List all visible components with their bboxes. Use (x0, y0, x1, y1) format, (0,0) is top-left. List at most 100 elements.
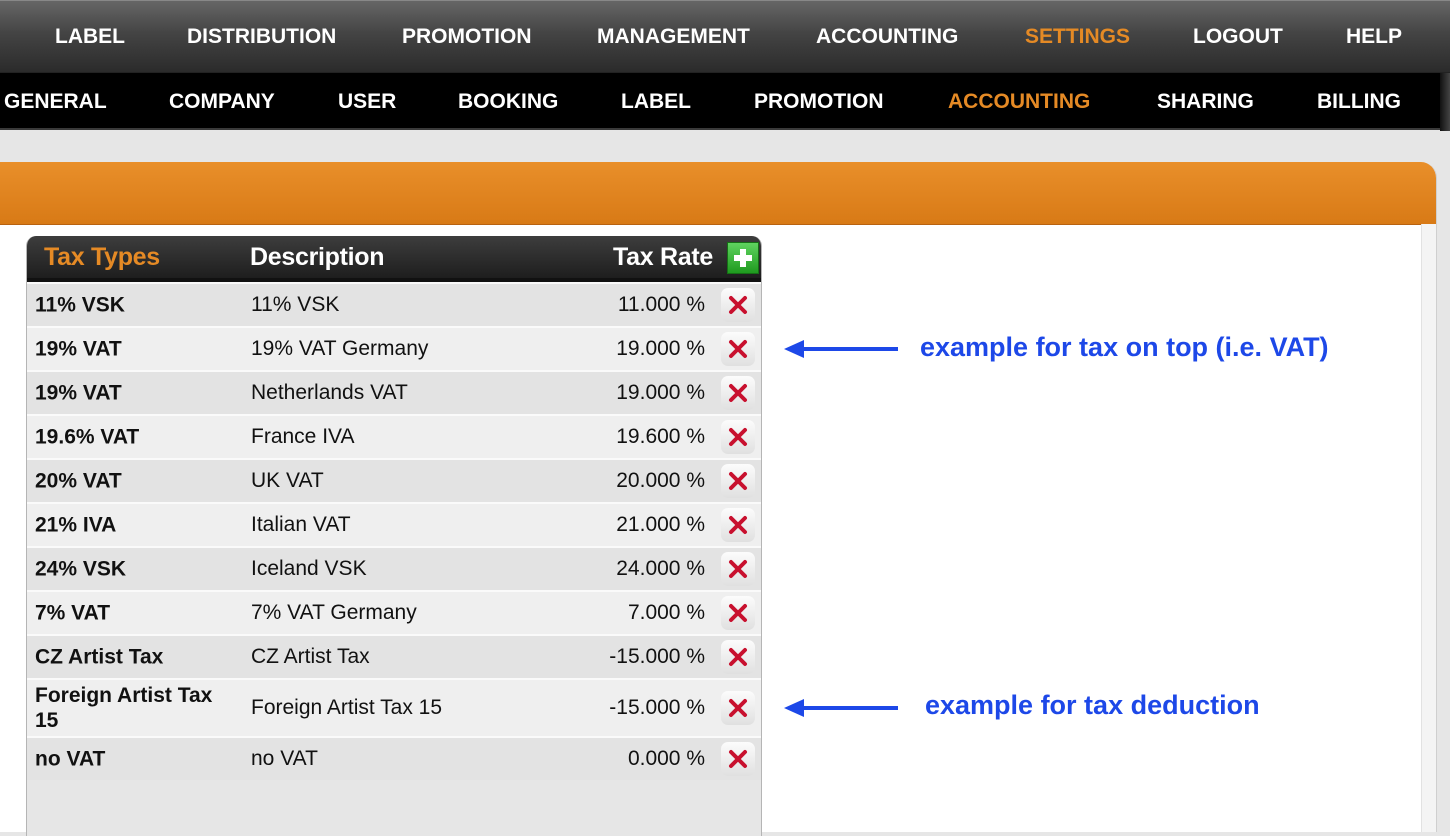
main-nav: LABEL DISTRIBUTION PROMOTION MANAGEMENT … (0, 0, 1450, 72)
x-icon (729, 384, 747, 402)
delete-tax-type-button[interactable] (721, 640, 755, 674)
tax-rate-cell: 24.000 % (616, 557, 705, 580)
subnav-accounting[interactable]: ACCOUNTING (948, 73, 1090, 131)
column-header-tax-types[interactable]: Tax Types (44, 236, 160, 278)
table-row[interactable]: 19% VAT 19% VAT Germany 19.000 % (27, 326, 761, 370)
main-nav-label[interactable]: LABEL (55, 1, 125, 73)
description-cell: CZ Artist Tax (251, 645, 370, 668)
tax-type-cell: 21% IVA (35, 513, 117, 537)
x-icon (729, 560, 747, 578)
subnav-booking[interactable]: BOOKING (458, 73, 558, 131)
tax-type-cell: 19% VAT (35, 337, 122, 361)
tax-type-cell: 24% VSK (35, 557, 127, 581)
table-row[interactable]: 24% VSK Iceland VSK 24.000 % (27, 546, 761, 590)
subnav-scroll-edge (1440, 73, 1450, 131)
description-cell: 11% VSK (251, 293, 340, 316)
table-row[interactable]: 11% VSK 11% VSK 11.000 % (27, 282, 761, 326)
x-icon (729, 296, 747, 314)
x-icon (729, 428, 747, 446)
column-header-tax-rate[interactable]: Tax Rate (613, 236, 713, 278)
description-cell: no VAT (251, 747, 318, 770)
subnav-billing[interactable]: BILLING (1317, 73, 1401, 131)
x-icon (729, 604, 747, 622)
table-body: 11% VSK 11% VSK 11.000 % 19% VAT 19% VAT Ger… (27, 282, 761, 780)
add-tax-type-button[interactable] (727, 242, 759, 274)
annotation-arrow-left-icon (784, 699, 898, 717)
table-row[interactable]: Foreign Artist Tax 15 Foreign Artist Tax … (27, 678, 761, 736)
table-row[interactable]: 7% VAT 7% VAT Germany 7.000 % (27, 590, 761, 634)
tax-rate-cell: -15.000 % (609, 696, 705, 719)
delete-tax-type-button[interactable] (721, 596, 755, 630)
x-icon (729, 340, 747, 358)
delete-tax-type-button[interactable] (721, 420, 755, 454)
column-header-description[interactable]: Description (250, 236, 385, 278)
tax-type-cell: 19.6% VAT (35, 425, 140, 449)
tax-rate-cell: 11.000 % (617, 293, 705, 316)
subnav-label[interactable]: LABEL (621, 73, 691, 131)
main-nav-settings[interactable]: SETTINGS (1025, 1, 1130, 73)
tax-rate-cell: 7.000 % (627, 601, 705, 624)
description-cell: UK VAT (251, 469, 324, 492)
tax-type-cell: 7% VAT (35, 601, 111, 625)
main-nav-logout[interactable]: LOGOUT (1193, 1, 1283, 73)
table-row[interactable]: 20% VAT UK VAT 20.000 % (27, 458, 761, 502)
table-header: Tax Types Description Tax Rate (27, 236, 761, 282)
subnav-promotion[interactable]: PROMOTION (754, 73, 884, 131)
delete-tax-type-button[interactable] (721, 508, 755, 542)
table-row[interactable]: 21% IVA Italian VAT 21.000 % (27, 502, 761, 546)
main-nav-management[interactable]: MANAGEMENT (597, 1, 750, 73)
table-row[interactable]: CZ Artist Tax CZ Artist Tax -15.000 % (27, 634, 761, 678)
subnav-user[interactable]: USER (338, 73, 396, 131)
description-cell: Iceland VSK (251, 557, 367, 580)
delete-tax-type-button[interactable] (721, 376, 755, 410)
table-row[interactable]: 19% VAT Netherlands VAT 19.000 % (27, 370, 761, 414)
x-icon (729, 516, 747, 534)
main-nav-help[interactable]: HELP (1346, 1, 1402, 73)
tax-rate-cell: -15.000 % (609, 645, 705, 668)
subnav-company[interactable]: COMPANY (169, 73, 275, 131)
description-cell: France IVA (251, 425, 355, 448)
main-nav-accounting[interactable]: ACCOUNTING (816, 1, 958, 73)
tax-type-cell: CZ Artist Tax (35, 645, 164, 669)
table-row[interactable]: 19.6% VAT France IVA 19.600 % (27, 414, 761, 458)
delete-tax-type-button[interactable] (721, 332, 755, 366)
annotation-tax-on-top: example for tax on top (i.e. VAT) (920, 332, 1329, 362)
panel-scrollbar[interactable] (1421, 224, 1436, 832)
x-icon (729, 699, 747, 717)
tax-type-cell: 19% VAT (35, 381, 122, 405)
subnav-general[interactable]: GENERAL (4, 73, 107, 131)
description-cell: Foreign Artist Tax 15 (251, 696, 443, 719)
x-icon (729, 472, 747, 490)
description-cell: Netherlands VAT (251, 381, 408, 404)
delete-tax-type-button[interactable] (721, 691, 755, 725)
table-row[interactable]: no VAT no VAT 0.000 % (27, 736, 761, 780)
tax-rate-cell: 0.000 % (627, 747, 705, 770)
settings-subnav: GENERAL COMPANY USER BOOKING LABEL PROMO… (0, 72, 1450, 131)
main-nav-distribution[interactable]: DISTRIBUTION (187, 1, 336, 73)
tax-rate-cell: 19.000 % (616, 337, 705, 360)
main-nav-promotion[interactable]: PROMOTION (402, 1, 532, 73)
x-icon (729, 750, 747, 768)
delete-tax-type-button[interactable] (721, 742, 755, 776)
subnav-sharing[interactable]: SHARING (1157, 73, 1254, 131)
description-cell: Italian VAT (251, 513, 351, 536)
description-cell: 19% VAT Germany (251, 337, 429, 360)
x-icon (729, 648, 747, 666)
annotation-arrow-left-icon (784, 340, 898, 358)
tax-type-cell: Foreign Artist Tax 15 (35, 684, 213, 732)
annotation-tax-deduction: example for tax deduction (925, 690, 1260, 720)
tax-types-table: Tax Types Description Tax Rate 11% VSK 11… (26, 236, 762, 836)
tax-type-cell: 11% VSK (35, 293, 125, 317)
description-cell: 7% VAT Germany (251, 601, 417, 624)
panel-header-bar (0, 162, 1436, 225)
plus-icon (734, 249, 752, 267)
tax-rate-cell: 21.000 % (616, 513, 705, 536)
tax-rate-cell: 19.600 % (616, 425, 705, 448)
delete-tax-type-button[interactable] (721, 552, 755, 586)
tax-type-cell: no VAT (35, 747, 106, 771)
tax-rate-cell: 20.000 % (616, 469, 705, 492)
tax-type-cell: 20% VAT (35, 469, 122, 493)
delete-tax-type-button[interactable] (721, 464, 755, 498)
tax-rate-cell: 19.000 % (616, 381, 705, 404)
delete-tax-type-button[interactable] (721, 288, 755, 322)
